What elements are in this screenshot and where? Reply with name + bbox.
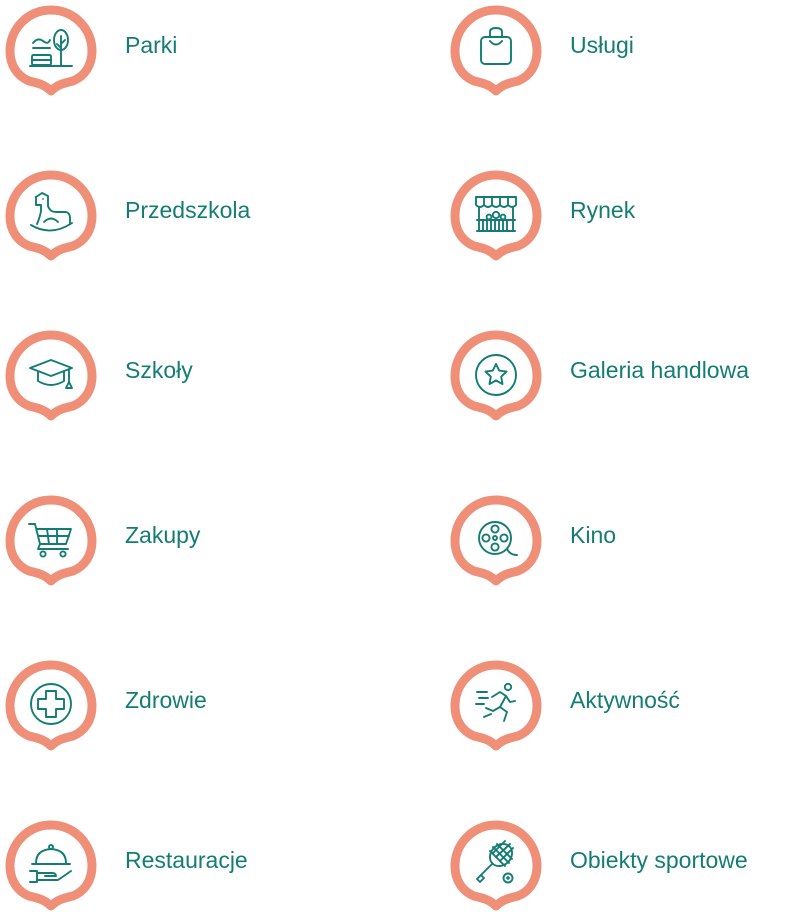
poi-parks[interactable]: Parki — [0, 0, 330, 90]
rocking-horse-icon — [10, 175, 92, 273]
map-pin — [455, 500, 537, 598]
poi-label: Usługi — [570, 32, 634, 58]
poi-label: Parki — [125, 32, 178, 58]
map-pin — [455, 10, 537, 108]
poi-label: Przedszkola — [125, 197, 251, 223]
map-pin — [10, 500, 92, 598]
poi-shopping[interactable]: Zakupy — [0, 490, 330, 580]
poi-cinema[interactable]: Kino — [445, 490, 790, 580]
poi-health[interactable]: Zdrowie — [0, 655, 330, 745]
poi-label: Szkoły — [125, 357, 193, 383]
poi-label: Zdrowie — [125, 687, 207, 713]
map-pin — [455, 825, 537, 923]
runner-icon — [455, 665, 537, 763]
film-reel-icon — [455, 500, 537, 598]
poi-sports-facilities[interactable]: Obiekty sportowe — [445, 815, 790, 905]
map-pin — [10, 665, 92, 763]
medical-cross-icon — [10, 665, 92, 763]
poi-market[interactable]: Rynek — [445, 165, 790, 255]
poi-restaurants[interactable]: Restauracje — [0, 815, 330, 905]
poi-label: Obiekty sportowe — [570, 847, 748, 873]
map-pin — [10, 825, 92, 923]
poi-label: Kino — [570, 522, 617, 548]
tennis-racket-icon — [455, 825, 537, 923]
star-icon — [455, 335, 537, 433]
park-icon — [10, 10, 92, 108]
map-pin — [455, 665, 537, 763]
poi-label: Rynek — [570, 197, 636, 223]
poi-label: Restauracje — [125, 847, 248, 873]
graduation-cap-icon — [10, 335, 92, 433]
poi-kindergartens[interactable]: Przedszkola — [0, 165, 330, 255]
poi-schools[interactable]: Szkoły — [0, 325, 330, 415]
map-pin — [455, 335, 537, 433]
market-stall-icon — [455, 175, 537, 273]
poi-activity[interactable]: Aktywność — [445, 655, 790, 745]
poi-label: Zakupy — [125, 522, 201, 548]
poi-label: Galeria handlowa — [570, 357, 750, 383]
poi-label: Aktywność — [570, 687, 680, 713]
shopping-cart-icon — [10, 500, 92, 598]
poi-legend: Parki Przedszkola Szkoły Zakupy Zdrowie … — [0, 0, 795, 916]
map-pin — [10, 175, 92, 273]
map-pin — [10, 10, 92, 108]
poi-shopping-mall[interactable]: Galeria handlowa — [445, 325, 790, 415]
map-pin — [455, 175, 537, 273]
shopping-bag-icon — [455, 10, 537, 108]
map-pin — [10, 335, 92, 433]
serving-cloche-icon — [10, 825, 92, 923]
poi-services[interactable]: Usługi — [445, 0, 790, 90]
